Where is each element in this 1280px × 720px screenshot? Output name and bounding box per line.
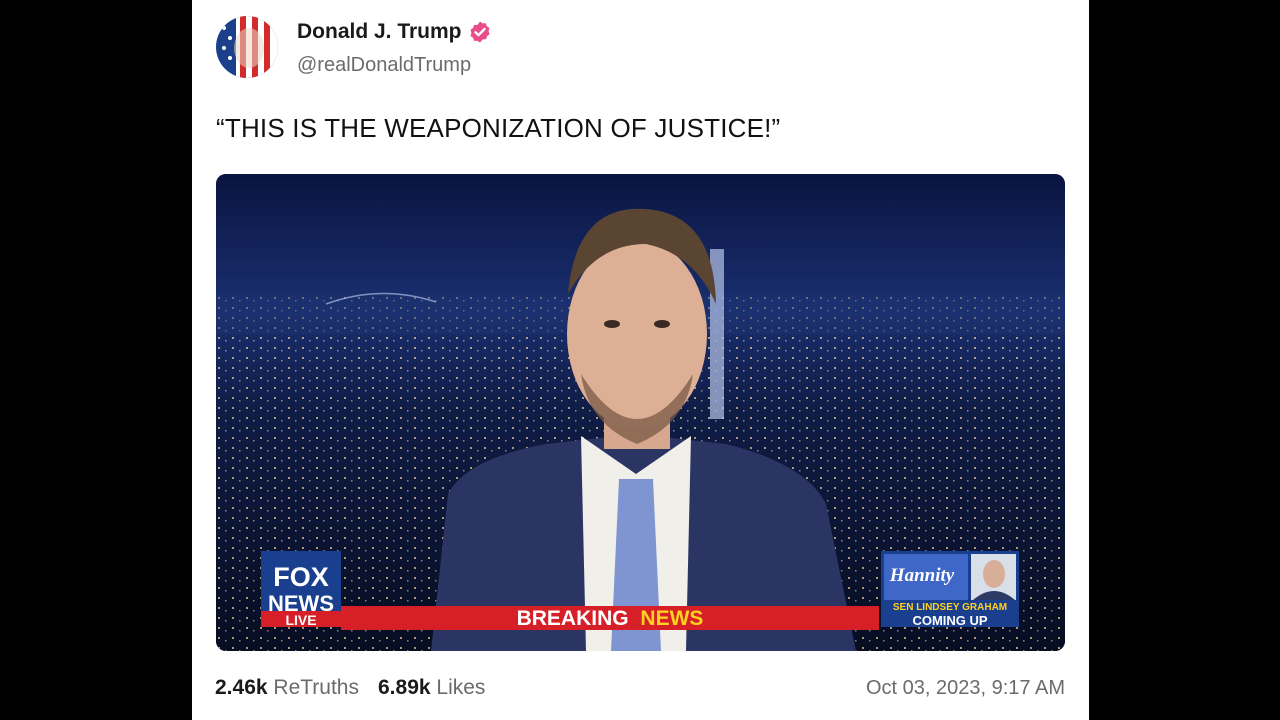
post-media-video[interactable]: FOX NEWS LIVE BREAKING NEWS Hannity SEN … (216, 174, 1065, 651)
author-name-row: Donald J. Trump (297, 20, 492, 44)
post-text: “THIS IS THE WEAPONIZATION OF JUSTICE!” (216, 113, 781, 143)
show-promo-box: Hannity SEN LINDSEY GRAHAM COMING UP (881, 551, 1019, 628)
author-avatar[interactable] (216, 16, 278, 78)
retruths-count: 2.46k (215, 676, 268, 699)
svg-text:BREAKING NEWS: BREAKING NEWS (517, 607, 704, 630)
verified-badge-icon (470, 21, 490, 43)
likes-count: 6.89k (378, 676, 431, 699)
video-frame: FOX NEWS LIVE BREAKING NEWS Hannity SEN … (216, 174, 1065, 651)
fox-logo-line1: FOX (273, 562, 329, 592)
retruths-stat[interactable]: 2.46k ReTruths (215, 676, 359, 700)
likes-stat[interactable]: 6.89k Likes (378, 676, 485, 700)
breaking-news-banner: BREAKING NEWS (341, 606, 879, 630)
author-name[interactable]: Donald J. Trump (297, 20, 462, 44)
post-stats: 2.46k ReTruths 6.89k Likes (215, 676, 504, 700)
banner-word-news: NEWS (640, 607, 703, 630)
post-timestamp[interactable]: Oct 03, 2023, 9:17 AM (866, 677, 1065, 700)
fox-news-logo: FOX NEWS LIVE (261, 551, 341, 628)
post-card: Donald J. Trump @realDonaldTrump “THIS I… (192, 0, 1089, 720)
show-name: Hannity (889, 565, 955, 586)
fox-logo-line3: LIVE (285, 612, 316, 628)
retruths-label: ReTruths (273, 676, 359, 699)
guest-status: COMING UP (912, 613, 987, 628)
likes-label: Likes (436, 676, 486, 699)
avatar-image (216, 16, 278, 78)
author-handle[interactable]: @realDonaldTrump (297, 54, 471, 77)
guest-name: SEN LINDSEY GRAHAM (893, 602, 1007, 613)
banner-word-breaking: BREAKING (517, 607, 629, 630)
